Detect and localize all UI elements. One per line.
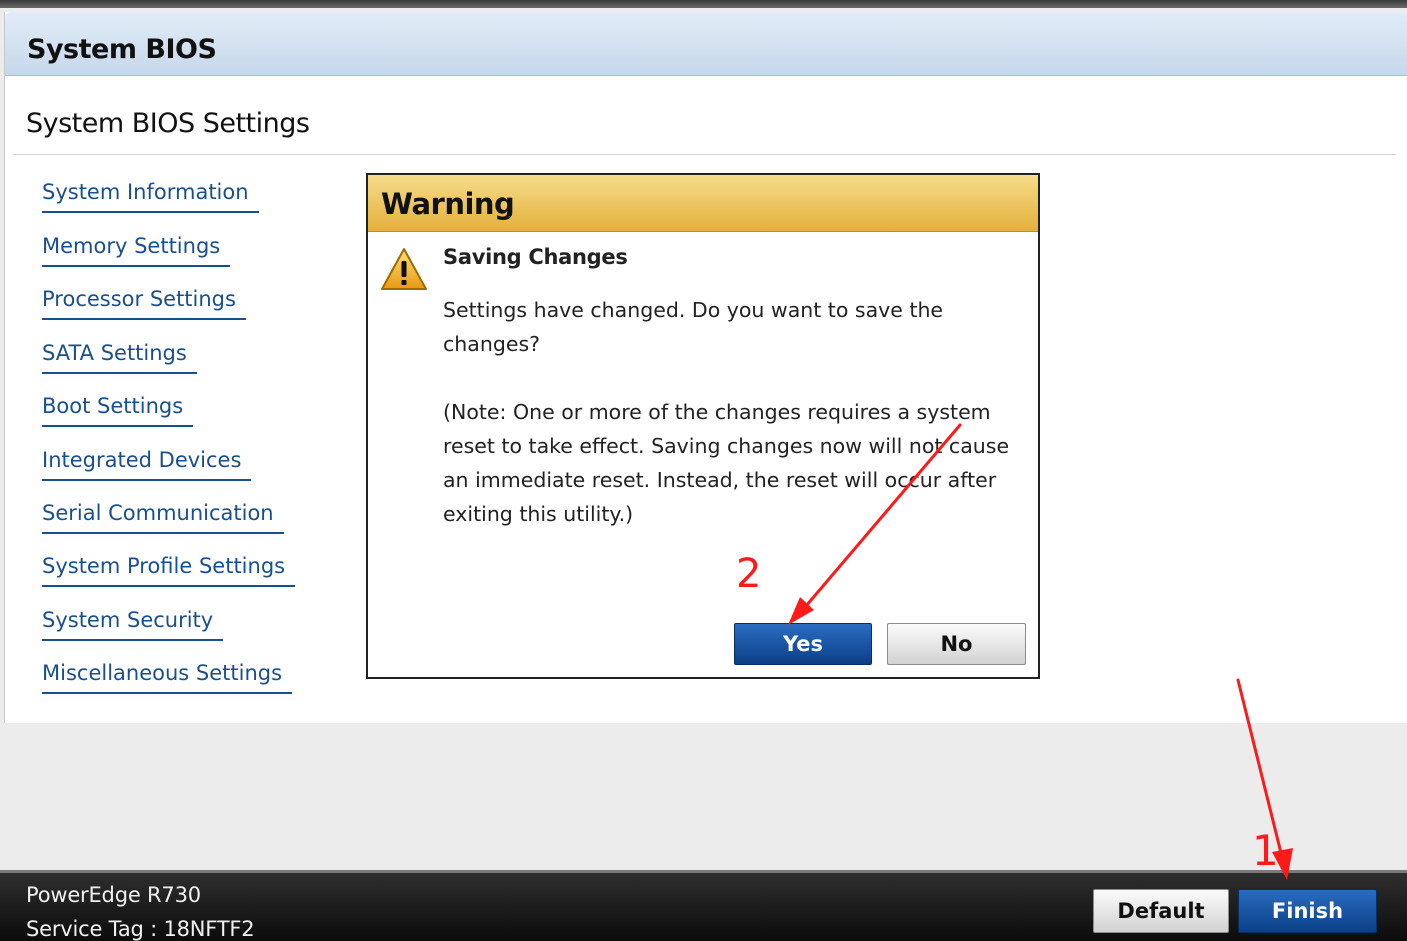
finish-button[interactable]: Finish <box>1238 889 1377 933</box>
dialog-title: Warning <box>381 187 515 221</box>
nav-item-miscellaneous-settings[interactable]: Miscellaneous Settings <box>42 661 293 694</box>
dialog-note: (Note: One or more of the changes requir… <box>443 400 1010 526</box>
panel-title: System BIOS <box>27 34 217 65</box>
no-button[interactable]: No <box>887 623 1026 665</box>
system-model: PowerEdge R730 <box>26 883 201 907</box>
nav-item-serial-communication[interactable]: Serial Communication <box>42 501 284 534</box>
nav-item-integrated-devices[interactable]: Integrated Devices <box>42 448 252 481</box>
nav-item-system-security[interactable]: System Security <box>42 608 224 641</box>
nav-item-sata-settings[interactable]: SATA Settings <box>42 341 197 374</box>
page-title: System BIOS Settings <box>26 108 310 139</box>
title-divider <box>13 154 1396 155</box>
nav-item-system-profile-settings[interactable]: System Profile Settings <box>42 554 296 587</box>
default-button[interactable]: Default <box>1093 889 1229 933</box>
dialog-message-body: Settings have changed. Do you want to sa… <box>443 293 1023 531</box>
warning-triangle-icon <box>381 248 427 290</box>
footer-bar: PowerEdge R730 Service Tag : 18NFTF2 Def… <box>0 870 1407 941</box>
panel-header: System BIOS <box>5 12 1407 76</box>
annotation-step-1: 1 <box>1252 826 1279 875</box>
warning-dialog: Warning Saving Changes Settings have cha… <box>366 173 1040 679</box>
nav-item-memory-settings[interactable]: Memory Settings <box>42 234 231 267</box>
dialog-header: Warning <box>368 175 1038 232</box>
dialog-message: Settings have changed. Do you want to sa… <box>443 298 944 356</box>
nav-item-boot-settings[interactable]: Boot Settings <box>42 394 194 427</box>
nav-item-processor-settings[interactable]: Processor Settings <box>42 287 246 320</box>
yes-button[interactable]: Yes <box>734 623 872 665</box>
nav-item-system-information[interactable]: System Information <box>42 180 259 213</box>
service-tag: Service Tag : 18NFTF2 <box>26 917 255 941</box>
top-border-strip <box>0 0 1407 8</box>
dialog-heading: Saving Changes <box>443 245 628 269</box>
